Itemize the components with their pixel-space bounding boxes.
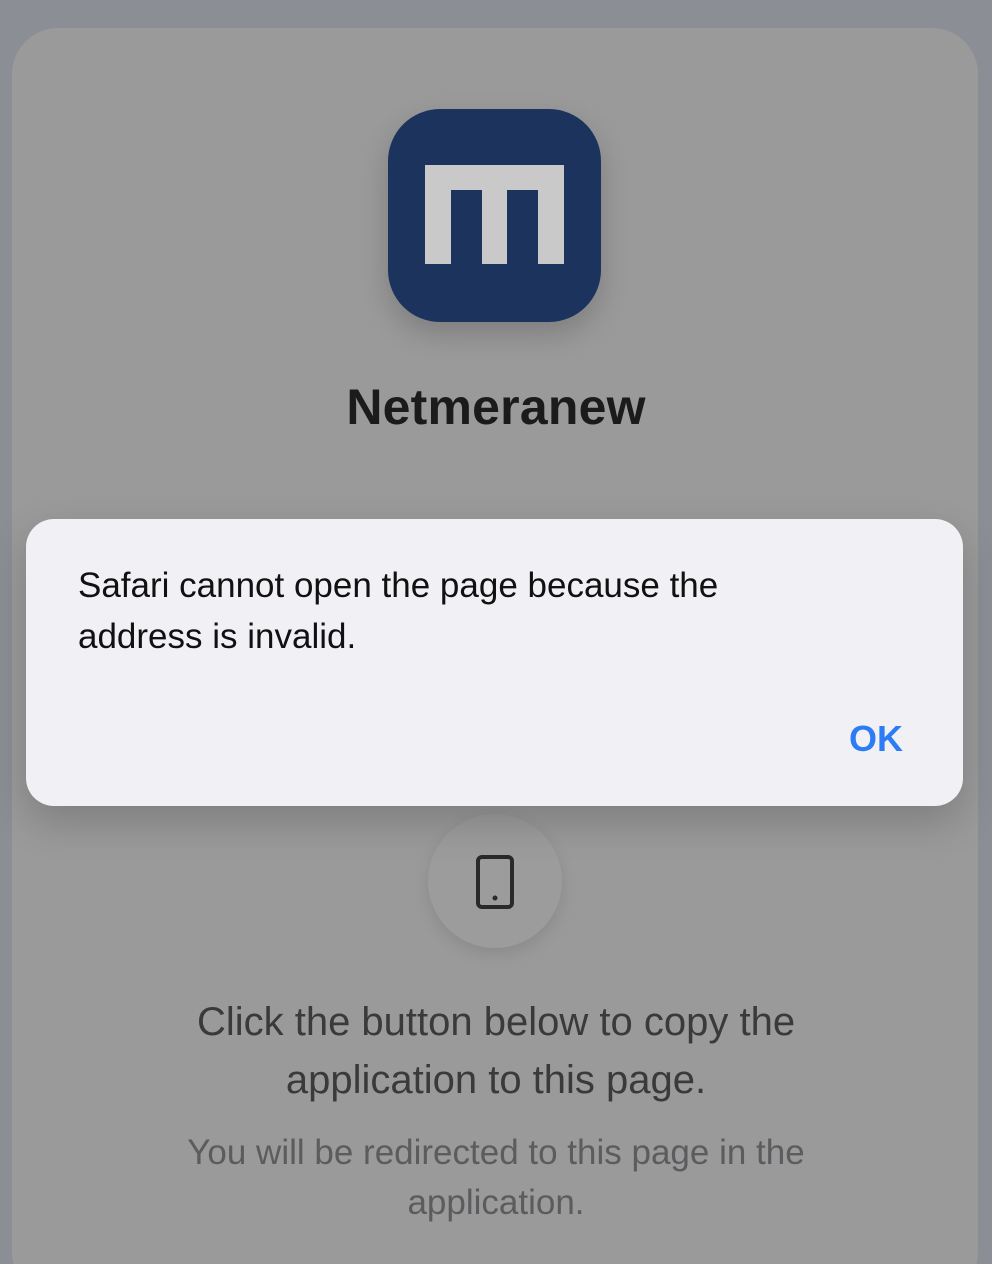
tablet-icon (476, 855, 514, 909)
device-icon-circle (428, 814, 562, 948)
app-name: Netmeranew (346, 379, 646, 435)
safari-alert-dialog: Safari cannot open the page because the … (26, 519, 963, 806)
app-icon (388, 109, 601, 322)
instruction-text: Click the button below to copy the appli… (196, 1000, 796, 1102)
ok-button[interactable]: OK (849, 718, 903, 760)
netmera-m-logo-icon (425, 165, 564, 264)
alert-message: Safari cannot open the page because the … (78, 566, 719, 656)
redirect-note: You will be redirected to this page in t… (187, 1133, 805, 1222)
